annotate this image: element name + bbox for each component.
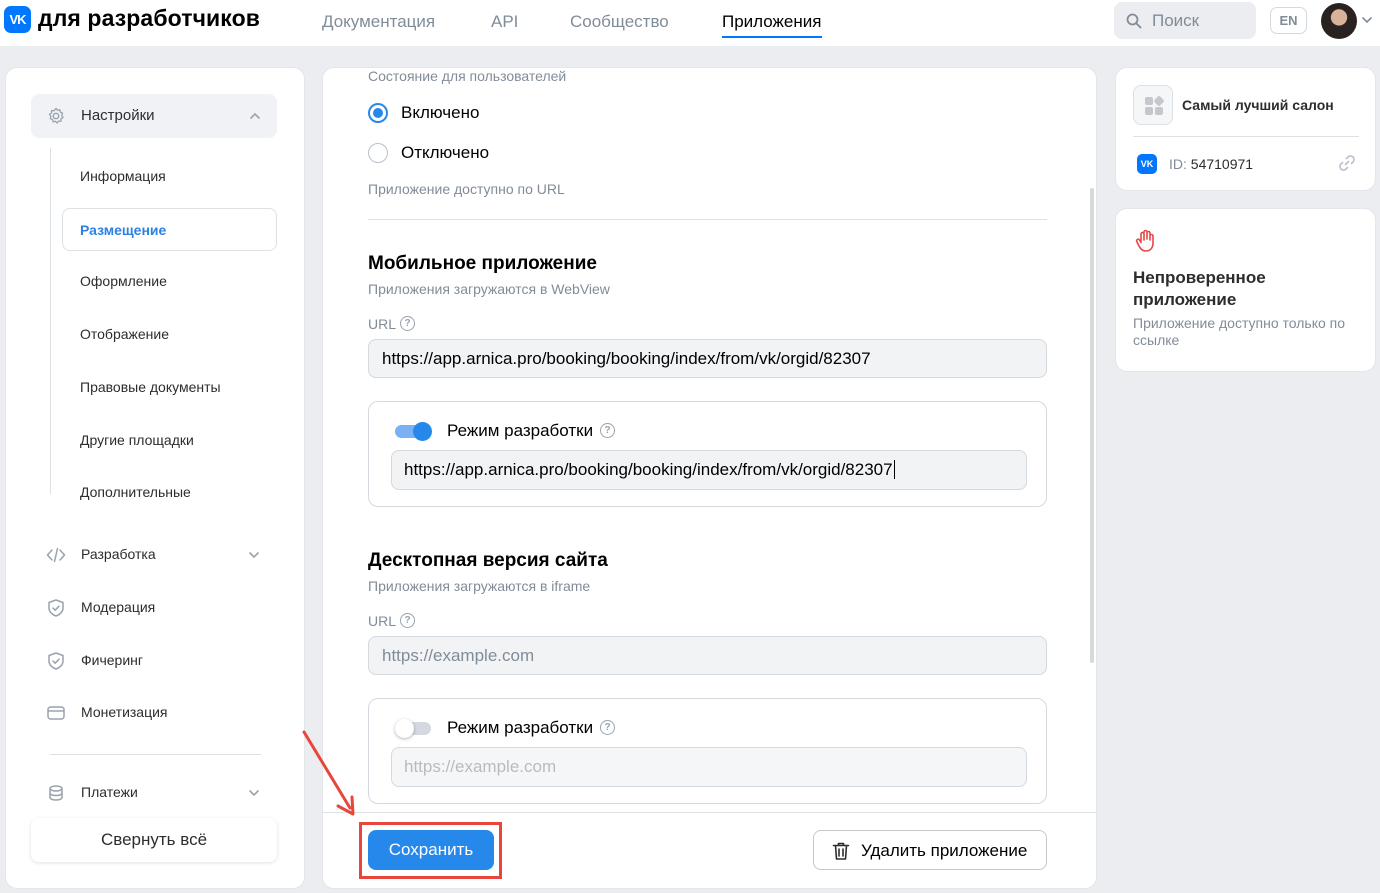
chevron-down-icon	[249, 790, 259, 797]
sidebar-item-label: Модерация	[81, 599, 156, 615]
sidebar-item-info[interactable]: Информация	[80, 168, 166, 184]
vk-logo-icon: VK	[1137, 154, 1157, 174]
placement-settings-panel: Состояние для пользователей Включено Отк…	[322, 67, 1097, 889]
unverified-title: Непроверенное приложение	[1133, 268, 1266, 309]
apps-grid-icon	[1145, 96, 1164, 115]
app-name: Самый лучший салон	[1182, 97, 1334, 113]
sidebar-item-label: Монетизация	[81, 704, 168, 720]
section-divider	[368, 219, 1047, 220]
mobile-section-title: Мобильное приложение	[368, 253, 597, 274]
nav-apps[interactable]: Приложения	[722, 12, 821, 32]
sidebar-tree-line	[50, 148, 51, 494]
radio-enabled-label[interactable]: Включено	[401, 103, 479, 123]
state-caption: Состояние для пользователей	[368, 68, 567, 84]
sidebar-item-monetization[interactable]: Монетизация	[46, 701, 276, 725]
site-title[interactable]: для разработчиков	[38, 5, 260, 32]
sidebar-item-label: Размещение	[80, 222, 167, 238]
app-id-value: 54710971	[1190, 156, 1254, 172]
delete-app-button[interactable]: Удалить приложение	[813, 830, 1047, 870]
nav-documentation[interactable]: Документация	[322, 12, 435, 32]
search-icon	[1126, 13, 1142, 29]
desktop-url-field[interactable]: https://example.com	[368, 636, 1047, 675]
help-icon[interactable]: ?	[400, 316, 415, 331]
collapse-all-button[interactable]: Свернуть всё	[31, 818, 277, 862]
mobile-dev-mode-box: Режим разработки ? https://app.arnica.pr…	[368, 401, 1047, 507]
app-id: ID: 54710971	[1169, 156, 1253, 172]
sidebar-item-development[interactable]: Разработка	[46, 543, 276, 567]
desktop-dev-url-field[interactable]: https://example.com	[391, 747, 1027, 787]
mobile-dev-mode-toggle[interactable]	[395, 422, 433, 441]
nav-community[interactable]: Сообщество	[570, 12, 669, 32]
avatar[interactable]	[1321, 3, 1357, 39]
desktop-url-label: URL	[368, 613, 397, 629]
app-icon	[1133, 85, 1173, 125]
sidebar-item-label: Платежи	[81, 784, 138, 800]
sidebar-item-settings[interactable]: Настройки	[31, 94, 277, 138]
hand-stop-icon	[1135, 229, 1154, 252]
sidebar-divider	[50, 754, 261, 755]
chevron-down-icon[interactable]	[1361, 14, 1373, 26]
mobile-url-field[interactable]: https://app.arnica.pro/booking/booking/i…	[368, 339, 1047, 378]
sidebar-item-moderation[interactable]: Модерация	[46, 596, 276, 620]
sidebar-item-display[interactable]: Отображение	[80, 326, 169, 342]
desktop-dev-mode-label: Режим разработки	[447, 718, 594, 737]
gear-icon	[48, 107, 64, 124]
chevron-up-icon	[250, 112, 260, 119]
coins-icon	[49, 785, 63, 801]
desktop-dev-mode-toggle[interactable]	[395, 719, 433, 738]
desktop-section-subtitle: Приложения загружаются в iframe	[368, 578, 591, 594]
desktop-dev-mode-box: Режим разработки ? https://example.com	[368, 698, 1047, 804]
mobile-dev-mode-label: Режим разработки	[447, 421, 594, 440]
scrollbar[interactable]	[1090, 188, 1094, 663]
annotation-highlight-box	[359, 822, 502, 879]
mobile-section-subtitle: Приложения загружаются в WebView	[368, 281, 610, 297]
mobile-dev-url-field[interactable]: https://app.arnica.pro/booking/booking/i…	[391, 450, 1027, 490]
sidebar-item-design[interactable]: Оформление	[80, 273, 167, 289]
top-bar: VK для разработчиков Документация API Со…	[0, 0, 1380, 46]
nav-api[interactable]: API	[491, 12, 518, 32]
sidebar-settings-label: Настройки	[81, 107, 155, 124]
sidebar-item-label: Фичеринг	[81, 652, 143, 668]
app-info-card: Самый лучший салон VK ID: 54710971	[1115, 67, 1376, 191]
radio-disabled[interactable]	[368, 143, 388, 163]
language-switch[interactable]: EN	[1270, 7, 1307, 34]
search-input[interactable]: Поиск	[1114, 2, 1256, 39]
sidebar-item-featuring[interactable]: Фичеринг	[46, 649, 276, 673]
sidebar-item-label: Разработка	[81, 546, 156, 562]
card-icon	[47, 706, 65, 720]
nav-active-indicator	[722, 36, 822, 38]
radio-disabled-label[interactable]: Отключено	[401, 143, 489, 163]
code-icon	[46, 547, 66, 563]
delete-app-label: Удалить приложение	[861, 841, 1028, 860]
settings-sidebar: Настройки Информация Размещение Оформлен…	[5, 67, 305, 889]
sidebar-item-placement[interactable]: Размещение	[62, 208, 277, 251]
sidebar-item-payments[interactable]: Платежи	[46, 781, 276, 805]
sidebar-item-additional[interactable]: Дополнительные	[80, 484, 191, 500]
app-card-divider	[1133, 136, 1359, 137]
app-id-label: ID:	[1169, 156, 1187, 172]
help-icon[interactable]: ?	[600, 423, 615, 438]
link-icon[interactable]	[1338, 154, 1356, 172]
chevron-down-icon	[249, 552, 259, 559]
trash-icon	[832, 842, 850, 860]
sidebar-item-legal[interactable]: Правовые документы	[80, 379, 221, 395]
vk-logo-icon[interactable]: VK	[4, 6, 31, 33]
annotation-arrow-icon	[302, 730, 355, 816]
mobile-dev-url-value: https://app.arnica.pro/booking/booking/i…	[404, 460, 893, 479]
mobile-url-label: URL	[368, 316, 397, 332]
form-footer: Сохранить Удалить приложение	[323, 812, 1096, 888]
radio-enabled[interactable]	[368, 103, 388, 123]
shield-check-icon	[48, 652, 64, 670]
state-hint: Приложение доступно по URL	[368, 181, 565, 197]
unverified-app-card: Непроверенное приложение Приложение дост…	[1115, 208, 1376, 372]
help-icon[interactable]: ?	[400, 613, 415, 628]
desktop-section-title: Десктопная версия сайта	[368, 550, 608, 571]
sidebar-item-platforms[interactable]: Другие площадки	[80, 432, 194, 448]
unverified-description: Приложение доступно только по ссылке	[1133, 315, 1346, 348]
shield-check-icon	[48, 599, 64, 617]
help-icon[interactable]: ?	[600, 720, 615, 735]
search-placeholder: Поиск	[1152, 11, 1200, 30]
